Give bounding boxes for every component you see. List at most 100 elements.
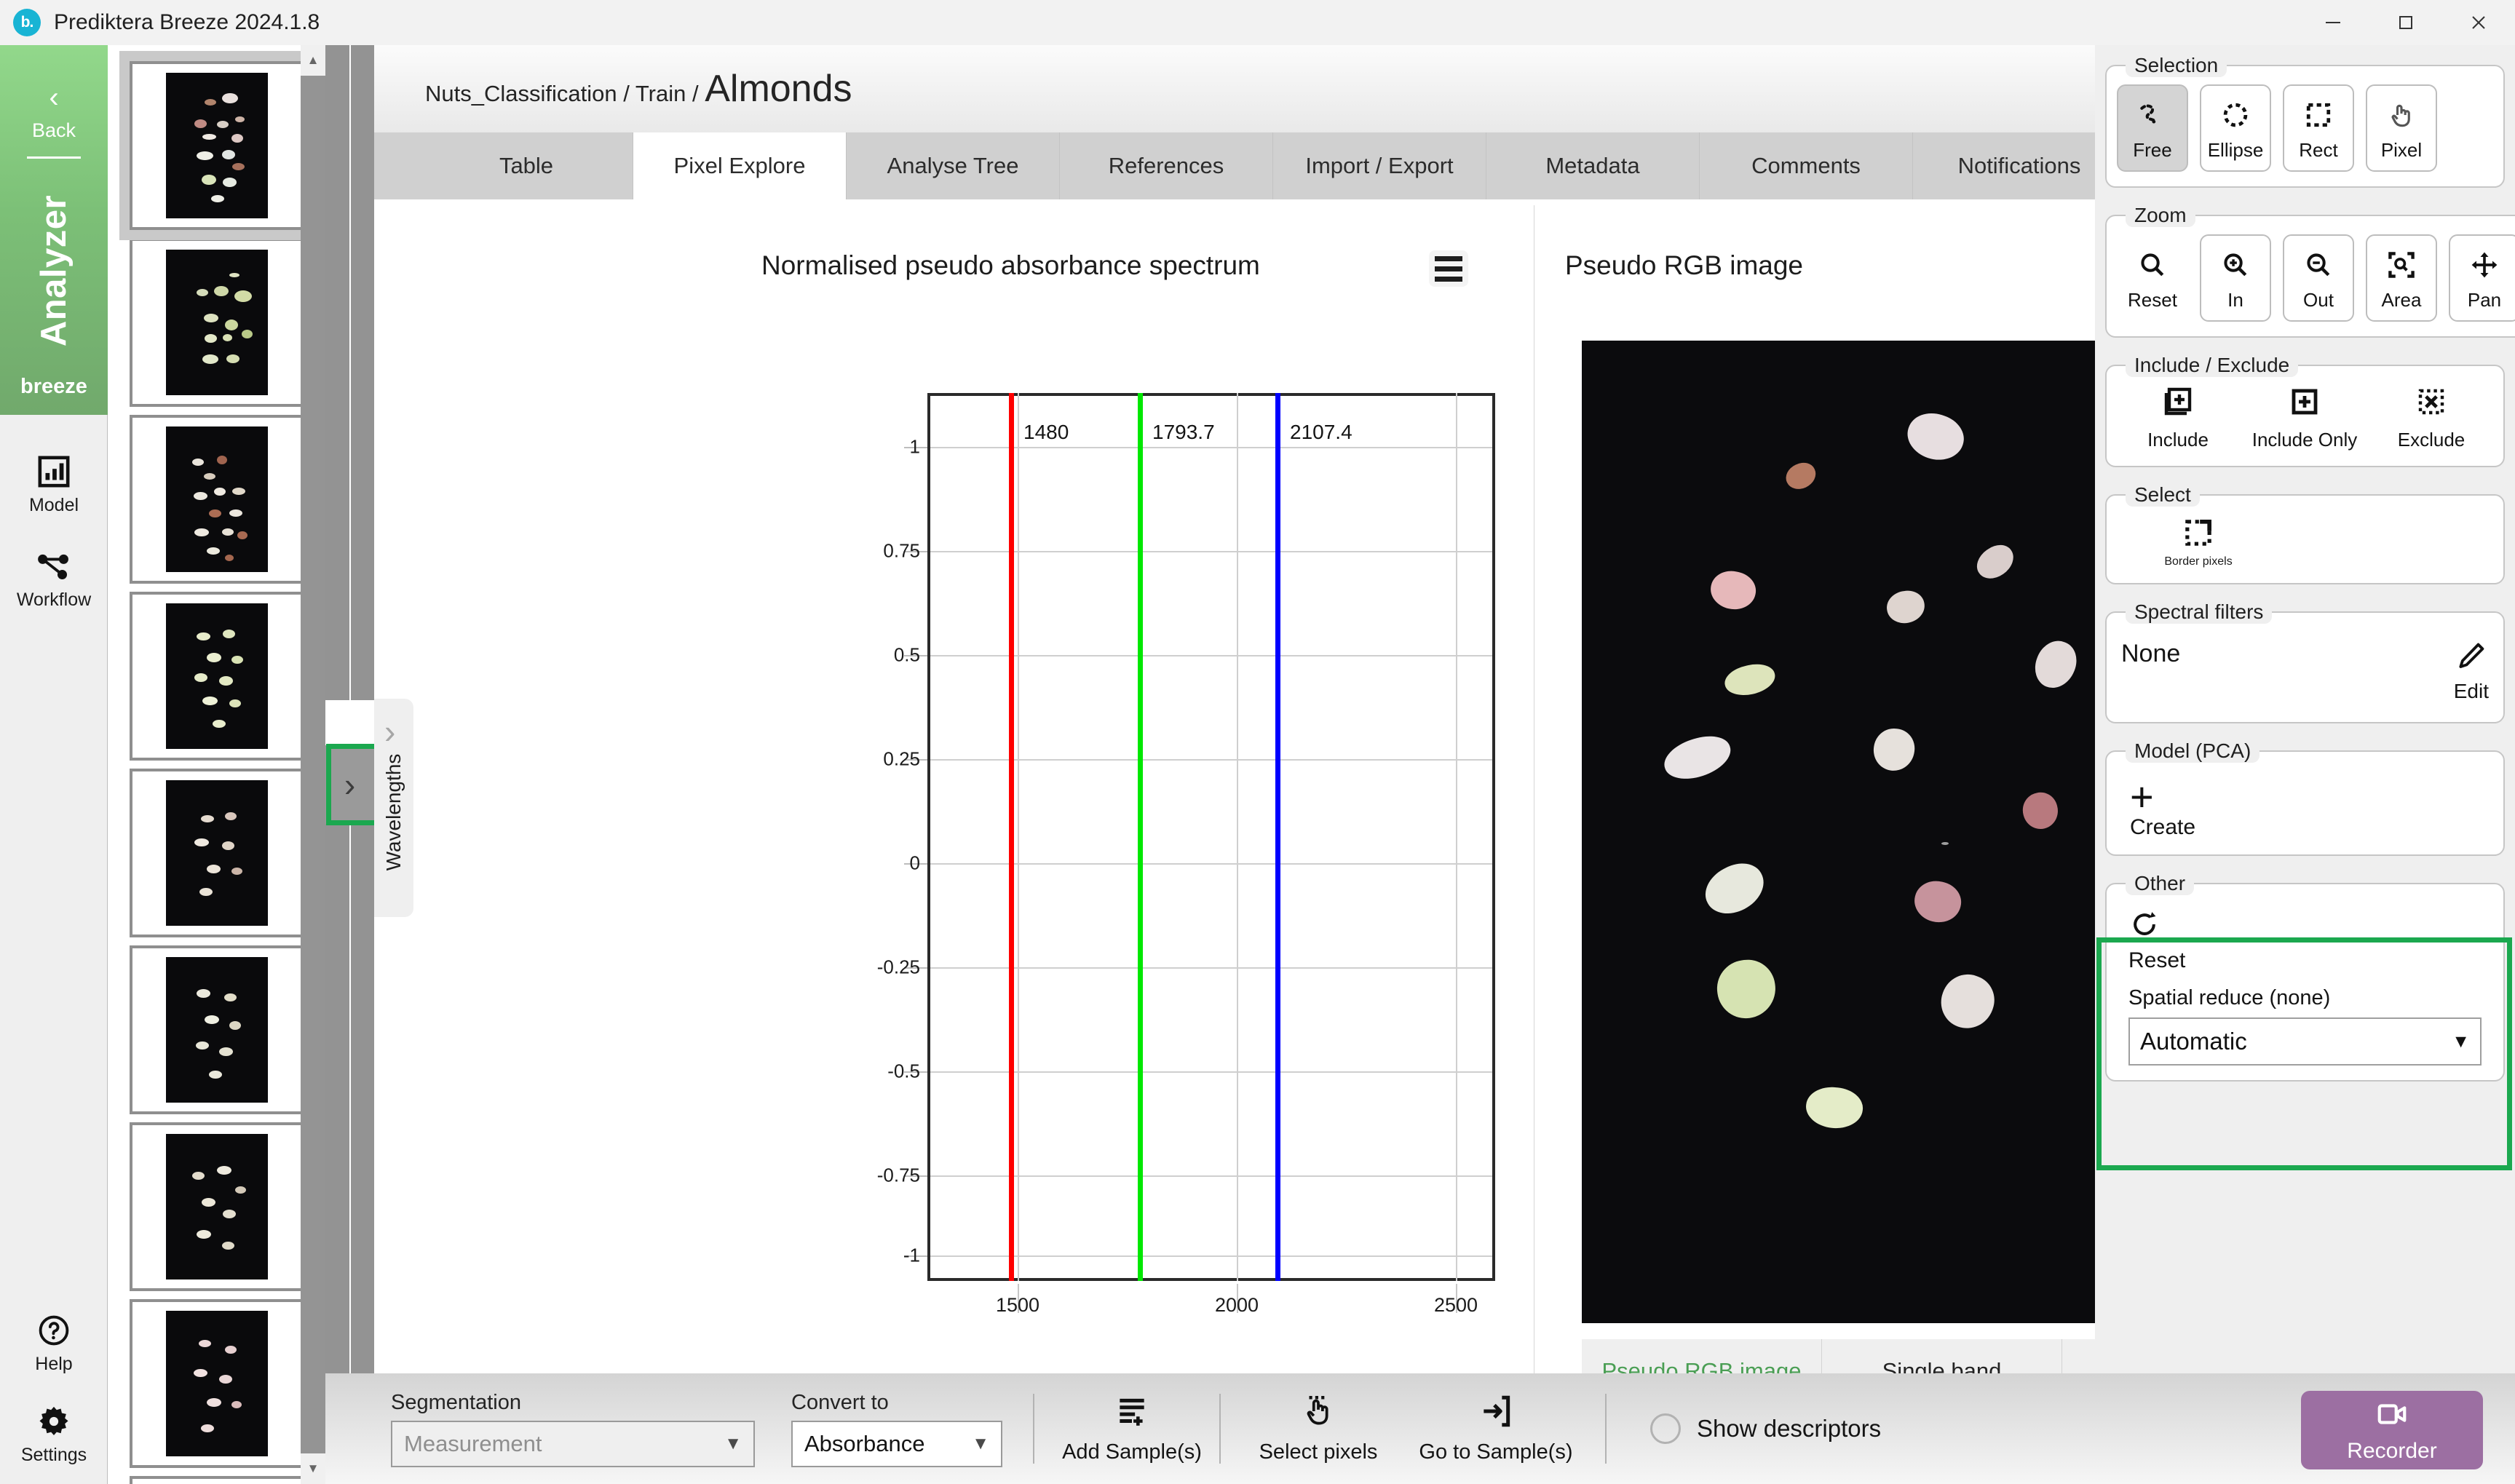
- list-item[interactable]: [130, 238, 304, 407]
- hand-pointer-icon: [2385, 95, 2417, 135]
- sidebar-item-workflow[interactable]: Workflow: [0, 547, 108, 611]
- list-item[interactable]: [130, 415, 304, 584]
- select-pixels-button[interactable]: Select pixels: [1238, 1393, 1398, 1464]
- thumbnail-image: [166, 1311, 268, 1456]
- spectral-filters-edit-button[interactable]: Edit: [2454, 640, 2489, 703]
- square-plus-icon: [2287, 384, 2322, 423]
- blue-band-marker[interactable]: [1275, 393, 1280, 1281]
- sidebar-item-workflow-label: Workflow: [16, 590, 92, 610]
- spatial-reduce-select[interactable]: Automatic ▼: [2128, 1017, 2482, 1066]
- video-camera-icon: [2375, 1397, 2409, 1435]
- selection-ellipse-button[interactable]: Ellipse: [2200, 84, 2271, 172]
- add-samples-label: Add Sample(s): [1062, 1440, 1202, 1464]
- list-item[interactable]: [119, 51, 314, 240]
- zoom-pan-button[interactable]: Pan: [2449, 234, 2515, 322]
- exclude-button[interactable]: Exclude: [2370, 384, 2492, 451]
- thumbnail-image: [166, 1134, 268, 1279]
- tab-references[interactable]: References: [1060, 132, 1273, 199]
- tab-comments[interactable]: Comments: [1700, 132, 1913, 199]
- rgb-panel-title: Pseudo RGB image: [1565, 250, 1804, 280]
- recorder-button[interactable]: Recorder: [2301, 1391, 2483, 1469]
- tab-table[interactable]: Table: [420, 132, 633, 199]
- y-tick-label: 0.75: [883, 539, 920, 562]
- include-only-button[interactable]: Include Only: [2243, 384, 2366, 451]
- tab-metadata[interactable]: Metadata: [1486, 132, 1700, 199]
- back-chevron-icon[interactable]: ‹: [0, 45, 108, 112]
- tab-analyse-tree[interactable]: Analyse Tree: [847, 132, 1060, 199]
- tab-pixel-explore[interactable]: Pixel Explore: [633, 132, 847, 199]
- thumbnail-scrollbar[interactable]: ▲ ▼: [301, 45, 325, 1484]
- list-item[interactable]: [130, 1299, 304, 1468]
- zoom-area-button[interactable]: Area: [2366, 234, 2437, 322]
- dashed-rect-icon: [2302, 95, 2334, 135]
- x-tick-label: 1500: [995, 1294, 1040, 1316]
- thumbnail-image: [166, 780, 268, 926]
- y-tick-label: 0.25: [883, 747, 920, 770]
- green-band-marker[interactable]: [1138, 393, 1143, 1281]
- zoom-reset-button[interactable]: Reset: [2117, 234, 2188, 322]
- splitter-handle-top[interactable]: [325, 45, 374, 700]
- include-button[interactable]: Include: [2117, 384, 2239, 451]
- sidebar-item-help[interactable]: Help: [0, 1312, 108, 1375]
- zoom-out-button[interactable]: Out: [2283, 234, 2354, 322]
- magnifier-plus-icon: [2219, 245, 2251, 285]
- tools-panel: Selection Free Ellipse Rect Pixel Zoom R…: [2095, 45, 2515, 1384]
- border-pixels-button[interactable]: Border pixels: [2137, 514, 2259, 568]
- sidebar-item-model[interactable]: Model: [0, 453, 108, 516]
- select-group: Select Border pixels: [2105, 483, 2505, 584]
- other-legend: Other: [2126, 872, 2195, 895]
- segmentation-select[interactable]: Measurement ▼: [391, 1420, 755, 1467]
- left-splitter[interactable]: ›: [325, 45, 374, 1484]
- exclude-label: Exclude: [2397, 429, 2466, 451]
- close-icon[interactable]: [2442, 0, 2515, 45]
- arrow-into-box-icon: [1478, 1393, 1514, 1433]
- sample-thumbnail-list[interactable]: ▲ ▼: [108, 45, 325, 1484]
- scroll-up-icon[interactable]: ▲: [301, 45, 325, 76]
- selection-free-button[interactable]: Free: [2117, 84, 2188, 172]
- selection-rect-button[interactable]: Rect: [2283, 84, 2354, 172]
- minimize-icon[interactable]: [2297, 0, 2369, 45]
- breadcrumb-path[interactable]: Nuts_Classification / Train /: [425, 81, 705, 106]
- scroll-down-icon[interactable]: ▼: [301, 1453, 325, 1484]
- back-button-label[interactable]: Back: [0, 119, 108, 142]
- expand-wavelengths-button[interactable]: ›: [325, 745, 374, 824]
- tab-import-export[interactable]: Import / Export: [1273, 132, 1486, 199]
- radio-circle-icon[interactable]: [1650, 1413, 1681, 1444]
- x-tick-label: 2500: [1433, 1294, 1478, 1316]
- show-descriptors-toggle[interactable]: Show descriptors: [1650, 1413, 1881, 1444]
- list-item[interactable]: [130, 945, 304, 1114]
- thumbnail-image: [166, 957, 268, 1103]
- include-exclude-group: Include / Exclude Include Include Only E…: [2105, 354, 2505, 467]
- list-item[interactable]: [130, 769, 304, 937]
- thumbnail-image: [166, 603, 268, 749]
- selection-pixel-button[interactable]: Pixel: [2366, 84, 2437, 172]
- other-reset-button[interactable]: Reset: [2117, 902, 2493, 973]
- zoom-in-button[interactable]: In: [2200, 234, 2271, 322]
- list-item[interactable]: [130, 1476, 304, 1484]
- wavelengths-tab-label: Wavelengths: [382, 753, 405, 871]
- wavelengths-tab[interactable]: › Wavelengths: [374, 699, 413, 917]
- zoom-in-label: In: [2227, 288, 2243, 311]
- toolbar-divider: [1033, 1394, 1034, 1464]
- workflow-nodes-icon: [0, 547, 108, 585]
- red-band-marker[interactable]: [1009, 393, 1014, 1281]
- go-to-samples-button[interactable]: Go to Sample(s): [1416, 1393, 1576, 1464]
- list-menu-icon[interactable]: [1429, 250, 1468, 287]
- list-item[interactable]: [130, 592, 304, 761]
- rail-divider: [27, 156, 81, 159]
- magnifier-icon: [2136, 245, 2169, 285]
- convert-to-select[interactable]: Absorbance ▼: [791, 1420, 1002, 1467]
- add-samples-button[interactable]: Add Sample(s): [1052, 1393, 1212, 1464]
- include-only-label: Include Only: [2251, 429, 2358, 451]
- segmentation-value: Measurement: [404, 1430, 542, 1456]
- scrollbar-thumb[interactable]: [301, 76, 325, 1453]
- convert-to-field: Convert to Absorbance ▼: [791, 1391, 1002, 1467]
- spectrum-chart[interactable]: 1 0.75 0.5 0.25 0 -0.25 -0.5 -0.75 -1 15…: [840, 393, 1495, 1316]
- create-model-button[interactable]: + Create: [2117, 770, 2493, 840]
- sidebar-item-settings[interactable]: Settings: [0, 1402, 108, 1466]
- list-item[interactable]: [130, 1122, 304, 1291]
- selection-ellipse-label: Ellipse: [2207, 138, 2264, 161]
- y-tick-label: 0.5: [893, 643, 920, 666]
- maximize-icon[interactable]: [2369, 0, 2442, 45]
- selection-group-legend: Selection: [2126, 54, 2227, 77]
